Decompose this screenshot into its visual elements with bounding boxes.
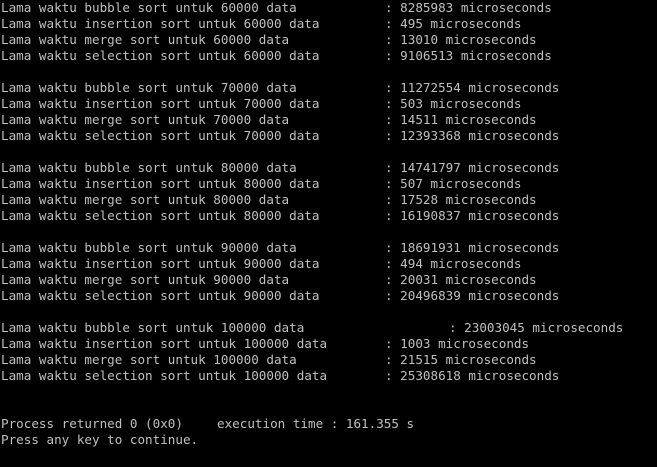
result-value: : 9106513 microseconds: [385, 48, 552, 63]
execution-time-text: execution time : 161.355 s: [217, 416, 415, 431]
result-label: Lama waktu bubble sort untuk 100000 data: [1, 320, 305, 335]
result-value: : 495 microseconds: [385, 16, 522, 31]
press-any-key-text: Press any key to continue.: [1, 432, 199, 447]
process-returned-text: Process returned 0 (0x0): [1, 416, 183, 431]
result-label: Lama waktu merge sort untuk 80000 data: [1, 192, 290, 207]
result-value: : 494 microseconds: [385, 256, 522, 271]
result-label: Lama waktu merge sort untuk 90000 data: [1, 272, 290, 287]
result-label: Lama waktu insertion sort untuk 100000 d…: [1, 336, 328, 351]
result-label: Lama waktu selection sort untuk 70000 da…: [1, 128, 320, 143]
result-value: : 507 microseconds: [385, 176, 522, 191]
result-value: : 14741797 microseconds: [385, 160, 560, 175]
result-label: Lama waktu bubble sort untuk 90000 data: [1, 240, 297, 255]
result-value: : 11272554 microseconds: [385, 80, 560, 95]
result-value: : 1003 microseconds: [385, 336, 530, 351]
result-value: : 21515 microseconds: [385, 352, 537, 367]
result-value: : 23003045 microseconds: [449, 320, 624, 335]
result-label: Lama waktu insertion sort untuk 70000 da…: [1, 96, 320, 111]
result-value: : 18691931 microseconds: [385, 240, 560, 255]
result-label: Lama waktu bubble sort untuk 60000 data: [1, 0, 297, 15]
result-value: : 20496839 microseconds: [385, 288, 560, 303]
result-label: Lama waktu selection sort untuk 80000 da…: [1, 208, 320, 223]
result-value: : 8285983 microseconds: [385, 0, 552, 15]
result-value: : 503 microseconds: [385, 96, 522, 111]
result-label: Lama waktu selection sort untuk 90000 da…: [1, 288, 320, 303]
result-value: : 17528 microseconds: [385, 192, 537, 207]
result-value: : 25308618 microseconds: [385, 368, 560, 383]
result-label: Lama waktu bubble sort untuk 70000 data: [1, 80, 297, 95]
result-label: Lama waktu selection sort untuk 60000 da…: [1, 48, 320, 63]
result-label: Lama waktu insertion sort untuk 60000 da…: [1, 16, 320, 31]
result-label: Lama waktu insertion sort untuk 90000 da…: [1, 256, 320, 271]
result-value: : 14511 microseconds: [385, 112, 537, 127]
result-value: : 20031 microseconds: [385, 272, 537, 287]
result-value: : 12393368 microseconds: [385, 128, 560, 143]
result-value: : 16190837 microseconds: [385, 208, 560, 223]
result-label: Lama waktu merge sort untuk 100000 data: [1, 352, 297, 367]
result-label: Lama waktu bubble sort untuk 80000 data: [1, 160, 297, 175]
result-label: Lama waktu merge sort untuk 70000 data: [1, 112, 290, 127]
console-window: Lama waktu bubble sort untuk 60000 data …: [0, 0, 657, 467]
result-label: Lama waktu selection sort untuk 100000 d…: [1, 368, 328, 383]
result-label: Lama waktu merge sort untuk 60000 data: [1, 32, 290, 47]
result-value: : 13010 microseconds: [385, 32, 537, 47]
result-label: Lama waktu insertion sort untuk 80000 da…: [1, 176, 320, 191]
